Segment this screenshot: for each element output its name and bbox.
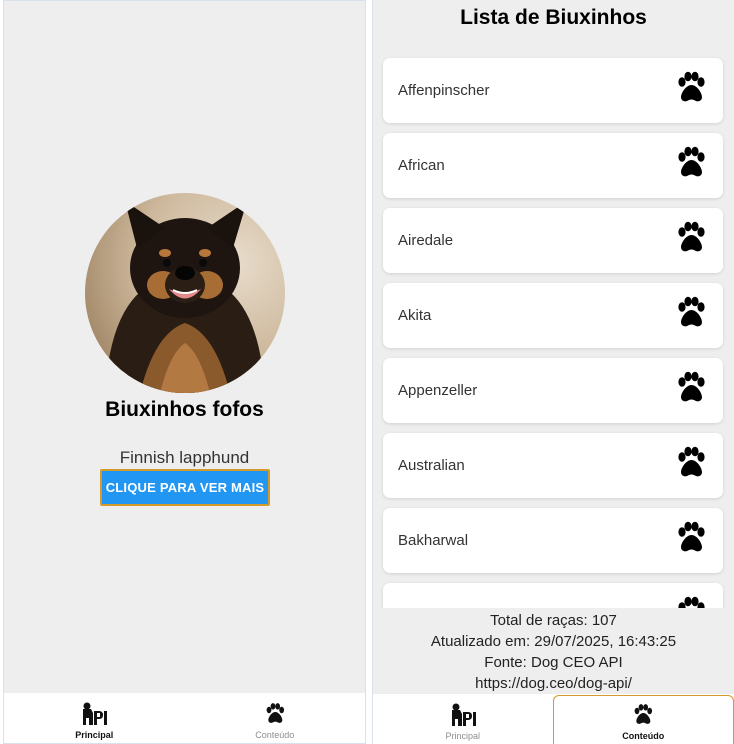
- tab-conteudo[interactable]: Conteúdo: [185, 693, 366, 743]
- paw-icon: [263, 702, 287, 728]
- list-item[interactable]: Affenpinscher: [383, 58, 723, 123]
- breed-list[interactable]: Affenpinscher African Airedale Akita Appenze…: [373, 48, 734, 608]
- dog-api-icon: [450, 703, 476, 729]
- list-item[interactable]: [383, 583, 723, 608]
- paw-icon: [673, 295, 709, 336]
- breed-name: Finnish lapphund: [119, 448, 250, 467]
- source-url[interactable]: https://dog.ceo/dog-api/: [373, 673, 734, 694]
- tab-principal[interactable]: Principal: [373, 694, 553, 744]
- list-item[interactable]: Australian: [383, 433, 723, 498]
- breed-label: African: [398, 157, 445, 174]
- paw-icon: [673, 220, 709, 261]
- list-footer: Total de raças: 107 Atualizado em: 29/07…: [373, 610, 734, 694]
- tab-principal[interactable]: Principal: [4, 693, 185, 743]
- breed-label: Appenzeller: [398, 382, 478, 399]
- breed-label: Akita: [398, 307, 432, 324]
- paw-icon: [631, 703, 655, 729]
- paw-icon: [673, 370, 709, 411]
- breed-label: Bakharwal: [398, 532, 469, 549]
- paw-icon: [673, 520, 709, 561]
- breed-label: Australian: [398, 457, 465, 474]
- list-title: Lista de Biuxinhos: [460, 6, 647, 29]
- list-item[interactable]: Airedale: [383, 208, 723, 273]
- tab-bar: Principal Conteúdo: [4, 693, 365, 743]
- total-breeds: Total de raças: 107: [490, 612, 617, 629]
- list-item[interactable]: Akita: [383, 283, 723, 348]
- tab-conteudo[interactable]: Conteúdo: [552, 695, 734, 744]
- paw-icon: [673, 145, 709, 186]
- tab-principal-label: Principal: [75, 730, 114, 740]
- list-item[interactable]: African: [383, 133, 723, 198]
- tab-conteudo-label: Conteúdo: [255, 730, 295, 740]
- breed-label: Airedale: [398, 232, 454, 249]
- list-screen: Lista de Biuxinhos Affenpinscher African A…: [372, 0, 734, 744]
- paw-icon: [673, 445, 709, 486]
- see-more-button[interactable]: CLIQUE PARA VER MAIS: [100, 469, 270, 506]
- home-screen: Biuxinhos fofos Finnish lapphund CLIQUE …: [3, 0, 366, 744]
- tab-bar: Principal Conteúdo: [373, 694, 734, 744]
- breed-label: Affenpinscher: [398, 82, 490, 99]
- dog-api-icon: [81, 702, 108, 728]
- tab-conteudo-label: Conteúdo: [622, 731, 665, 741]
- tab-principal-label: Principal: [445, 731, 480, 741]
- dog-photo: [85, 193, 285, 393]
- source-label: Fonte: Dog CEO API: [484, 654, 623, 671]
- updated-at: Atualizado em: 29/07/2025, 16:43:25: [430, 633, 677, 650]
- page-title: Biuxinhos fofos: [105, 398, 264, 421]
- list-item[interactable]: Bakharwal: [383, 508, 723, 573]
- paw-icon: [673, 595, 709, 608]
- list-item[interactable]: Appenzeller: [383, 358, 723, 423]
- paw-icon: [673, 70, 709, 111]
